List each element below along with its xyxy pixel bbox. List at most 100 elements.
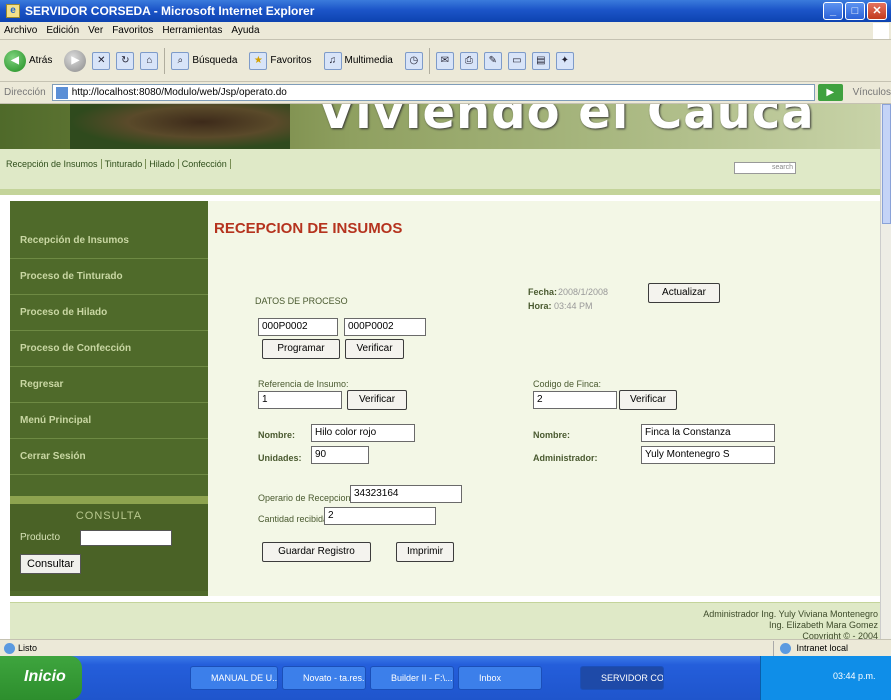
verificar-finca-button[interactable]: Verificar xyxy=(619,390,677,410)
finca-nombre-label: Nombre: xyxy=(533,430,571,440)
codigo-finca-input[interactable]: 2 xyxy=(533,391,617,409)
menu-archivo[interactable]: Archivo xyxy=(4,25,37,36)
favorites-star-icon[interactable]: ★ xyxy=(249,51,268,70)
site-search-input[interactable]: search xyxy=(734,162,796,174)
history-icon[interactable]: ◷ xyxy=(404,51,423,70)
links-label[interactable]: Vínculos xyxy=(853,87,891,98)
sidebar-item-regresar[interactable]: Regresar xyxy=(10,367,208,403)
hora-value: 03:44 PM xyxy=(554,301,593,311)
mail-icon[interactable]: ✉ xyxy=(435,51,454,70)
maximize-button[interactable]: □ xyxy=(845,2,865,20)
stop-icon[interactable]: ✕ xyxy=(92,51,111,70)
nav-recepcion-link[interactable]: Recepción de Insumos xyxy=(6,159,102,169)
print-icon[interactable]: ⎙ xyxy=(459,51,478,70)
guardar-registro-button[interactable]: Guardar Registro xyxy=(262,542,371,562)
nav-tinturado-link[interactable]: Tinturado xyxy=(102,159,147,169)
window-titlebar: e SERVIDOR CORSEDA - Microsoft Internet … xyxy=(0,0,891,22)
nombre-insumo-label: Nombre: xyxy=(258,430,296,440)
task-inbox[interactable]: Inbox xyxy=(458,666,542,690)
menu-ver[interactable]: Ver xyxy=(88,25,103,36)
window-controls: _ □ ✕ xyxy=(823,2,887,20)
producto-label: Producto xyxy=(20,532,61,543)
sidebar-item-menu-principal[interactable]: Menú Principal xyxy=(10,403,208,439)
vertical-scrollbar[interactable] xyxy=(880,104,891,639)
menu-edicion[interactable]: Edición xyxy=(46,25,79,36)
consultar-button[interactable]: Consultar xyxy=(20,554,82,574)
address-label: Dirección xyxy=(4,87,46,98)
folder-icon[interactable]: ▭ xyxy=(507,51,526,70)
nav-hilado-link[interactable]: Hilado xyxy=(146,159,179,169)
menu-ayuda[interactable]: Ayuda xyxy=(231,25,259,36)
operario-input[interactable]: 34323164 xyxy=(350,485,462,503)
status-text: Listo xyxy=(18,643,38,653)
toolbar-separator xyxy=(164,47,166,74)
search-icon[interactable]: ⌕ xyxy=(171,51,190,70)
finca-nombre-input[interactable]: Finca la Constanza xyxy=(641,424,775,442)
proceso-code-input-2[interactable]: 000P0002 xyxy=(344,318,426,336)
fecha-value: 2008/1/2008 xyxy=(558,287,609,297)
edit-icon[interactable]: ✎ xyxy=(483,51,502,70)
footer-line-3: Copyright © - 2004 xyxy=(802,631,878,639)
verificar-insumo-button[interactable]: Verificar xyxy=(347,390,407,410)
imprimir-button[interactable]: Imprimir xyxy=(396,542,454,562)
actualizar-button[interactable]: Actualizar xyxy=(648,283,720,303)
cantidad-input[interactable]: 2 xyxy=(324,507,436,525)
unidades-input[interactable]: 90 xyxy=(311,446,369,464)
administrador-input[interactable]: Yuly Montenegro S xyxy=(641,446,775,464)
page-done-icon xyxy=(4,642,15,654)
back-label[interactable]: Atrás xyxy=(29,55,52,66)
system-tray: 03:44 p.m. xyxy=(760,656,891,700)
task-builder[interactable]: Builder II - F:\... xyxy=(370,666,454,690)
start-button[interactable]: Inicio xyxy=(0,656,82,700)
messenger-icon[interactable]: ✦ xyxy=(555,51,574,70)
clock[interactable]: 03:44 p.m. xyxy=(833,671,876,681)
hora-label: Hora: xyxy=(528,301,552,311)
proceso-code-input-1[interactable]: 000P0002 xyxy=(258,318,338,336)
site-footer: Administrador Ing. Yuly Viviana Monteneg… xyxy=(10,602,880,639)
banner-title: Viviendo el Cauca xyxy=(318,104,815,140)
intranet-icon xyxy=(780,643,791,655)
go-arrow-icon[interactable]: ▶ xyxy=(817,84,843,101)
taskbar: Inicio MANUAL DE U... Novato - ta.res...… xyxy=(0,656,891,700)
close-button[interactable]: ✕ xyxy=(867,2,887,20)
sidebar-item-recepcion[interactable]: Recepción de Insumos xyxy=(10,223,208,259)
internet-explorer-icon: e xyxy=(6,4,20,18)
task-novato[interactable]: Novato - ta.res... xyxy=(282,666,366,690)
favorites-label[interactable]: Favoritos xyxy=(270,55,311,66)
windows-logo-icon xyxy=(873,23,889,39)
menu-herramientas[interactable]: Herramientas xyxy=(162,25,222,36)
sidebar-item-confeccion[interactable]: Proceso de Confección xyxy=(10,331,208,367)
programar-button[interactable]: Programar xyxy=(262,339,340,359)
sidebar-item-tinturado[interactable]: Proceso de Tinturado xyxy=(10,259,208,295)
address-url: http://localhost:8080/Modulo/web/Jsp/ope… xyxy=(71,87,287,98)
forward-arrow-icon[interactable]: ▶ xyxy=(64,49,87,72)
back-arrow-icon[interactable]: ◀ xyxy=(4,49,26,72)
address-input[interactable]: http://localhost:8080/Modulo/web/Jsp/ope… xyxy=(51,84,815,101)
nombre-insumo-input[interactable]: Hilo color rojo xyxy=(311,424,415,442)
minimize-button[interactable]: _ xyxy=(823,2,843,20)
task-manual[interactable]: MANUAL DE U... xyxy=(190,666,278,690)
search-label[interactable]: Búsqueda xyxy=(192,55,237,66)
task-servidor[interactable]: SERVIDOR CO... xyxy=(580,666,664,690)
referencia-insumo-input[interactable]: 1 xyxy=(258,391,342,409)
footer-credits: Administrador Ing. Yuly Viviana Monteneg… xyxy=(703,609,878,639)
verificar-proceso-button[interactable]: Verificar xyxy=(345,339,404,359)
banner-photo xyxy=(70,104,290,149)
sidebar-item-hilado[interactable]: Proceso de Hilado xyxy=(10,295,208,331)
sidebar-item-cerrar-sesion[interactable]: Cerrar Sesión xyxy=(10,439,208,475)
zone-text: Intranet local xyxy=(796,643,849,653)
multimedia-icon[interactable]: ♫ xyxy=(323,51,342,70)
footer-line-2: Ing. Elizabeth Mara Gomez xyxy=(768,620,878,630)
producto-input[interactable] xyxy=(80,530,172,546)
refresh-icon[interactable]: ↻ xyxy=(116,51,135,70)
multimedia-label[interactable]: Multimedia xyxy=(345,55,393,66)
security-zone: Intranet local xyxy=(773,641,891,656)
research-icon[interactable]: ▤ xyxy=(531,51,550,70)
referencia-insumo-label: Referencia de Insumo: xyxy=(258,379,349,389)
home-icon[interactable]: ⌂ xyxy=(140,51,159,70)
scrollbar-thumb[interactable] xyxy=(882,104,891,224)
nav-confeccion-link[interactable]: Confección xyxy=(179,159,231,169)
menu-favoritos[interactable]: Favoritos xyxy=(112,25,153,36)
site-banner: Viviendo el Cauca xyxy=(0,104,880,149)
consulta-panel: CONSULTA Producto Consultar xyxy=(10,496,208,591)
